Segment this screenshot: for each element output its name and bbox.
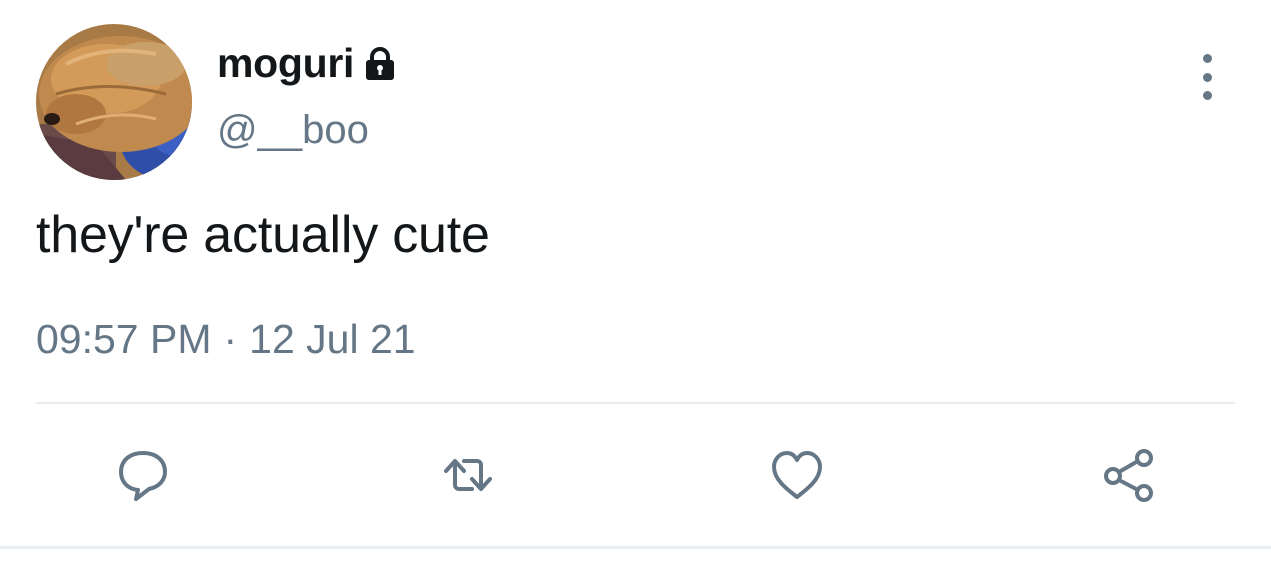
retweet-icon xyxy=(444,459,492,491)
heart-icon xyxy=(772,451,822,499)
tweet-time: 09:57 PM xyxy=(36,316,212,362)
dot xyxy=(1202,72,1212,82)
user-handle[interactable]: @__boo xyxy=(217,108,369,153)
tweet-card: moguri @__boo they're actually cute 09:5… xyxy=(0,0,1271,567)
avatar[interactable] xyxy=(36,24,192,180)
vertical-dots-icon xyxy=(1202,54,1212,63)
separator: · xyxy=(223,316,238,362)
share-icon xyxy=(1104,449,1153,502)
reply-button[interactable] xyxy=(108,440,178,510)
divider xyxy=(36,402,1235,404)
tweet-date: 12 Jul 21 xyxy=(249,316,416,362)
action-bar xyxy=(0,440,1271,510)
user-name-row: moguri xyxy=(217,38,397,88)
bottom-border xyxy=(0,546,1271,549)
like-button[interactable] xyxy=(762,440,832,510)
avatar-photo xyxy=(36,24,192,180)
share-button[interactable] xyxy=(1095,440,1165,510)
more-options-button[interactable] xyxy=(1192,54,1222,100)
display-name[interactable]: moguri xyxy=(217,40,354,87)
speech-bubble-icon xyxy=(119,451,167,501)
tweet-text: they're actually cute xyxy=(36,206,490,264)
dot xyxy=(1202,91,1212,100)
lock-icon xyxy=(363,46,397,86)
retweet-button[interactable] xyxy=(433,440,503,510)
tweet-timestamp[interactable]: 09:57 PM · 12 Jul 21 xyxy=(36,316,416,363)
